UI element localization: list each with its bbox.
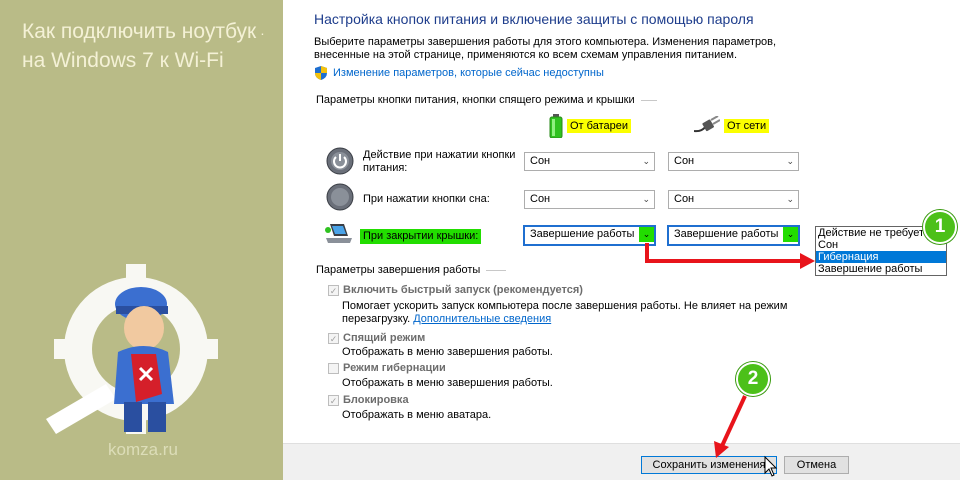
fast-startup-desc-text: Помогает ускорить запуск компьютера посл… bbox=[342, 300, 788, 325]
hibernate-description: Отображать в меню завершения работы. bbox=[342, 377, 553, 389]
site-banner: Как подключить ноутбук на Windows 7 к Wi… bbox=[0, 0, 283, 480]
change-unavailable-settings-link[interactable]: Изменение параметров, которые сейчас нед… bbox=[314, 66, 604, 80]
power-button-action-label: Действие при нажатии кнопки питания: bbox=[363, 149, 516, 174]
sleep-checkbox-row[interactable]: ✓ Спящий режим bbox=[328, 332, 425, 344]
dropdown-option[interactable]: Сон bbox=[816, 239, 946, 251]
dropdown-option[interactable]: Завершение работы bbox=[816, 263, 946, 275]
hibernate-checkbox[interactable] bbox=[328, 362, 339, 374]
divider bbox=[640, 99, 657, 101]
lock-description: Отображать в меню аватара. bbox=[342, 409, 492, 421]
shield-icon bbox=[315, 66, 327, 80]
lock-checkbox-row[interactable]: ✓ Блокировка bbox=[328, 394, 409, 406]
lid-close-plugged-select[interactable]: Завершение работы ⌄ bbox=[667, 225, 800, 246]
mascot-gear-icon bbox=[46, 264, 218, 434]
change-link-label: Изменение параметров, которые сейчас нед… bbox=[333, 67, 604, 79]
more-info-link[interactable]: Дополнительные сведения bbox=[413, 313, 551, 325]
lock-checkbox[interactable]: ✓ bbox=[328, 394, 339, 406]
select-value: Сон bbox=[530, 193, 551, 205]
column-battery: От батареи bbox=[549, 114, 631, 138]
step-2-badge: 2 bbox=[736, 362, 770, 396]
fast-startup-checkbox-row[interactable]: ✓ Включить быстрый запуск (рекомендуется… bbox=[328, 284, 583, 296]
lid-close-label: При закрытии крышки: bbox=[360, 229, 482, 244]
site-title-line2: на Windows 7 к Wi-Fi bbox=[22, 49, 224, 72]
page-description: Выберите параметры завершения работы для… bbox=[314, 36, 777, 61]
sleep-button-plugged-select[interactable]: Сон ⌄ bbox=[668, 190, 799, 209]
sleep-button-battery-select[interactable]: Сон ⌄ bbox=[524, 190, 655, 209]
chevron-down-icon: ⌄ bbox=[639, 227, 654, 242]
power-buttons-section-title: Параметры кнопки питания, кнопки спящего… bbox=[316, 94, 657, 106]
column-plugged: От сети bbox=[694, 116, 770, 136]
lock-label: Блокировка bbox=[343, 394, 409, 406]
divider bbox=[486, 269, 507, 271]
sleep-description: Отображать в меню завершения работы. bbox=[342, 346, 553, 358]
dropdown-option-selected[interactable]: Гибернация bbox=[816, 251, 946, 263]
power-button-plugged-select[interactable]: Сон ⌄ bbox=[668, 152, 799, 171]
hibernate-checkbox-row[interactable]: Режим гибернации bbox=[328, 362, 446, 374]
chevron-down-icon: ⌄ bbox=[642, 194, 650, 204]
page-title: Настройка кнопок питания и включение защ… bbox=[314, 11, 754, 27]
site-domain: komza.ru bbox=[108, 440, 178, 459]
select-value: Сон bbox=[530, 155, 551, 167]
cancel-button[interactable]: Отмена bbox=[784, 456, 849, 474]
shutdown-section-title: Параметры завершения работы bbox=[316, 264, 507, 276]
sleep-button-label: При нажатии кнопки сна: bbox=[363, 193, 490, 205]
footer-bar bbox=[283, 443, 960, 480]
step-1-badge: 1 bbox=[923, 210, 957, 244]
power-button-battery-select[interactable]: Сон ⌄ bbox=[524, 152, 655, 171]
site-title: Как подключить ноутбук на Windows 7 к Wi… bbox=[22, 18, 272, 74]
select-value: Завершение работы bbox=[674, 228, 779, 240]
select-value: Сон bbox=[674, 155, 695, 167]
plug-icon bbox=[694, 116, 720, 133]
sleep-label: Спящий режим bbox=[343, 332, 426, 344]
column-plugged-label: От сети bbox=[724, 119, 770, 133]
battery-icon bbox=[549, 114, 563, 138]
fast-startup-description: Помогает ускорить запуск компьютера посл… bbox=[342, 300, 792, 326]
section-title-text: Параметры завершения работы bbox=[316, 264, 481, 276]
save-changes-button[interactable]: Сохранить изменения bbox=[641, 456, 777, 474]
site-title-line1: Как подключить ноутбук bbox=[22, 18, 272, 47]
chevron-down-icon: ⌄ bbox=[783, 227, 798, 242]
hibernate-label: Режим гибернации bbox=[343, 362, 446, 374]
chevron-down-icon: ⌄ bbox=[642, 156, 650, 166]
sleep-checkbox[interactable]: ✓ bbox=[328, 332, 339, 344]
chevron-down-icon: ⌄ bbox=[786, 156, 794, 166]
select-value: Сон bbox=[674, 193, 695, 205]
section-title-text: Параметры кнопки питания, кнопки спящего… bbox=[316, 94, 635, 106]
select-value: Завершение работы bbox=[530, 228, 635, 240]
lid-close-battery-select[interactable]: Завершение работы ⌄ bbox=[523, 225, 656, 246]
column-battery-label: От батареи bbox=[567, 119, 631, 133]
power-button-icon bbox=[326, 147, 354, 175]
fast-startup-label: Включить быстрый запуск (рекомендуется) bbox=[343, 284, 583, 296]
chevron-down-icon: ⌄ bbox=[786, 194, 794, 204]
fast-startup-checkbox[interactable]: ✓ bbox=[328, 284, 339, 296]
sleep-button-icon bbox=[326, 183, 354, 211]
laptop-lid-icon bbox=[325, 224, 352, 243]
